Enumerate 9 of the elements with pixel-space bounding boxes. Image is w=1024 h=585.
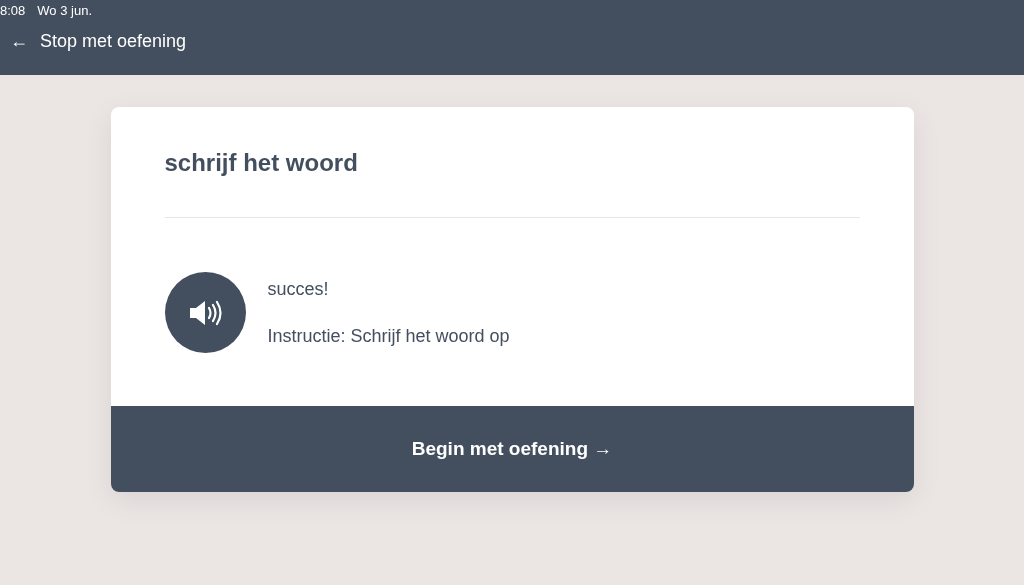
speaker-icon [188, 298, 222, 327]
status-date: Wo 3 jun. [37, 2, 92, 21]
start-exercise-button[interactable]: Begin met oefening → [110, 406, 914, 492]
card-title: schrijf het woord [164, 148, 359, 178]
instruction-text: Instructie: Schrijf het woord op [267, 324, 510, 348]
back-link[interactable]: ← Stop met oefening [10, 28, 187, 55]
back-arrow-icon: ← [10, 28, 28, 55]
feedback-text: succes! [267, 277, 330, 301]
status-time: 8:08 [0, 2, 26, 21]
